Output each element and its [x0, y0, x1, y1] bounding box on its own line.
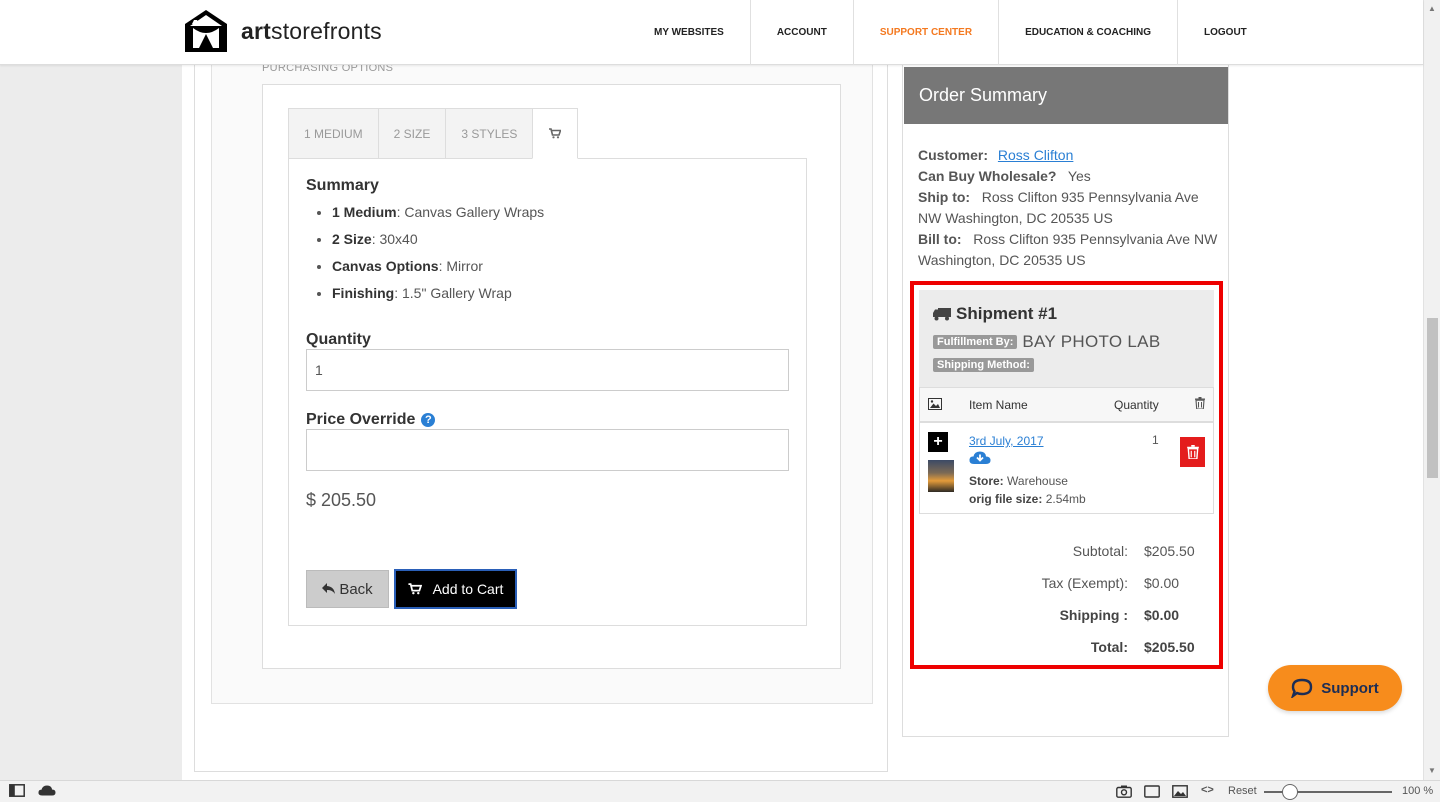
fulfillment-badge: Fulfillment By:	[933, 335, 1018, 349]
main-nav: MY WEBSITES ACCOUNT SUPPORT CENTER EDUCA…	[628, 0, 1273, 65]
table-header: Item Name Quantity	[920, 388, 1213, 423]
add-to-cart-button[interactable]: Add to Cart	[394, 569, 517, 609]
nav-education-coaching[interactable]: EDUCATION & COACHING	[998, 0, 1177, 65]
window-icon[interactable]	[1144, 785, 1160, 801]
summary-title: Summary	[306, 177, 379, 194]
browser-status-bar: <> Reset 100 %	[0, 780, 1440, 802]
image-icon	[928, 398, 942, 413]
expand-plus-icon[interactable]: +	[928, 432, 948, 452]
reply-arrow-icon	[322, 583, 336, 594]
zoom-reset-button[interactable]: Reset	[1228, 785, 1257, 797]
shipping-row: Shipping : $0.00	[1059, 607, 1180, 623]
cart-tab-panel: Summary 1 Medium: Canvas Gallery Wraps 2…	[288, 158, 807, 626]
nav-account[interactable]: ACCOUNT	[749, 0, 853, 65]
help-icon[interactable]: ?	[421, 413, 436, 427]
scroll-down-arrow-icon[interactable]: ▼	[1428, 766, 1436, 775]
customer-link[interactable]: Ross Clifton	[998, 147, 1073, 163]
option-tabs: 1 MEDIUM 2 SIZE 3 STYLES	[288, 108, 579, 159]
shipping-method-row: Shipping Method:	[933, 355, 1034, 373]
storefront-logo-icon	[185, 10, 227, 52]
cloud-download-icon[interactable]	[969, 451, 991, 470]
truck-icon	[933, 308, 951, 321]
tax-row: Tax (Exempt): $0.00	[1041, 575, 1180, 591]
list-item: 1 Medium: Canvas Gallery Wraps	[332, 203, 544, 230]
chat-bubble-icon	[1291, 678, 1313, 698]
image-icon[interactable]	[1172, 785, 1188, 801]
logo-text: artstorefronts	[241, 17, 382, 44]
fulfillment-name: BAY PHOTO LAB	[1022, 332, 1161, 351]
tab-styles[interactable]: 3 STYLES	[445, 108, 533, 159]
shipping-method-badge: Shipping Method:	[933, 358, 1034, 372]
shipment-highlight: Shipment #1 Fulfillment By: BAY PHOTO LA…	[910, 281, 1223, 669]
fulfillment-row: Fulfillment By: BAY PHOTO LAB	[933, 332, 1160, 352]
item-name-link[interactable]: 3rd July, 2017	[969, 434, 1044, 448]
nav-logout[interactable]: LOGOUT	[1177, 0, 1273, 65]
nav-my-websites[interactable]: MY WEBSITES	[628, 0, 750, 65]
top-navigation: artstorefronts MY WEBSITES ACCOUNT SUPPO…	[0, 0, 1423, 65]
item-thumbnail[interactable]	[928, 460, 954, 492]
column-quantity: Quantity	[1114, 398, 1159, 412]
price-override-field[interactable]	[306, 429, 789, 471]
list-item: 2 Size: 30x40	[332, 230, 544, 257]
item-quantity: 1	[1152, 433, 1159, 447]
product-panel: PURCHASING OPTIONS 1 MEDIUM 2 SIZE 3 STY…	[194, 62, 888, 772]
scrollbar-thumb[interactable]	[1427, 318, 1438, 478]
order-summary-title: Order Summary	[904, 67, 1228, 124]
cloud-icon[interactable]	[38, 785, 56, 799]
price-display: $ 205.50	[306, 490, 377, 510]
summary-list: 1 Medium: Canvas Gallery Wraps 2 Size: 3…	[332, 203, 544, 311]
list-item: Canvas Options: Mirror	[332, 257, 544, 284]
support-chat-button[interactable]: Support	[1268, 665, 1402, 711]
shipment-header: Shipment #1 Fulfillment By: BAY PHOTO LA…	[919, 290, 1214, 387]
column-item-name: Item Name	[969, 398, 1028, 412]
item-details: Store: Warehouse orig file size: 2.54mb	[969, 474, 1086, 506]
panel-toggle-icon[interactable]	[9, 784, 25, 800]
tab-cart[interactable]	[532, 108, 579, 159]
list-item: Finishing: 1.5" Gallery Wrap	[332, 284, 544, 311]
trash-icon	[1186, 445, 1199, 459]
price-override-label: Price Override ?	[306, 411, 436, 429]
table-row: + 3rd July, 2017 Store: Warehouse orig f…	[920, 423, 1213, 513]
camera-icon[interactable]	[1116, 785, 1132, 801]
purchasing-section: PURCHASING OPTIONS 1 MEDIUM 2 SIZE 3 STY…	[211, 62, 873, 704]
total-row: Total: $205.50	[1090, 639, 1195, 655]
tab-medium[interactable]: 1 MEDIUM	[288, 108, 378, 159]
back-button[interactable]: Back	[306, 570, 389, 608]
shipment-title: Shipment #1	[933, 304, 1057, 324]
code-icon[interactable]: <>	[1201, 784, 1214, 796]
customer-details: Customer: Ross Clifton Can Buy Wholesale…	[918, 147, 1218, 268]
purchasing-options-box: 1 MEDIUM 2 SIZE 3 STYLES Summary 1 Mediu…	[262, 84, 841, 669]
quantity-label: Quantity	[306, 331, 371, 348]
zoom-level: 100 %	[1402, 785, 1434, 797]
logo[interactable]: artstorefronts	[181, 8, 382, 54]
vertical-scrollbar[interactable]: ▲ ▼	[1423, 0, 1440, 780]
page-content: PURCHASING OPTIONS 1 MEDIUM 2 SIZE 3 STY…	[182, 62, 1423, 780]
cart-icon	[549, 128, 562, 139]
zoom-slider-handle[interactable]	[1282, 784, 1298, 800]
quantity-field[interactable]: 1	[306, 349, 789, 391]
trash-icon[interactable]	[1195, 397, 1205, 412]
nav-support-center[interactable]: SUPPORT CENTER	[852, 0, 998, 65]
cart-icon	[408, 583, 422, 595]
subtotal-row: Subtotal: $205.50	[1072, 543, 1195, 559]
tab-size[interactable]: 2 SIZE	[377, 108, 446, 159]
order-summary-panel: Order Summary Customer: Ross Clifton Can…	[902, 65, 1229, 737]
scroll-up-arrow-icon[interactable]: ▲	[1428, 4, 1436, 13]
shipment-items-table: Item Name Quantity + 3rd July, 2017 Stor…	[919, 387, 1214, 514]
delete-item-button[interactable]	[1180, 437, 1205, 467]
